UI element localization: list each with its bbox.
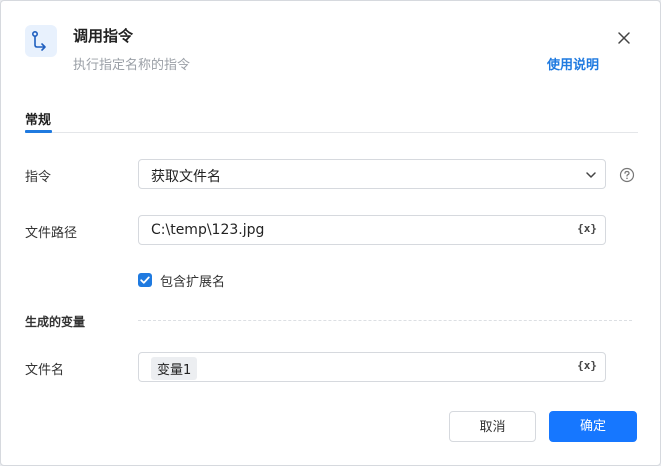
chevron-down-icon bbox=[586, 172, 596, 178]
tab-divider bbox=[25, 132, 638, 133]
insert-variable-button[interactable]: {x} bbox=[577, 222, 597, 235]
checkmark-icon bbox=[140, 276, 150, 284]
section-divider bbox=[138, 320, 632, 321]
variable-chip[interactable]: 变量1 bbox=[151, 357, 198, 380]
file-name-input[interactable]: 变量1 {x} bbox=[138, 352, 606, 382]
file-path-value: C:\temp\123.jpg bbox=[151, 222, 265, 238]
file-path-label: 文件路径 bbox=[25, 226, 78, 241]
branch-command-icon bbox=[25, 25, 57, 57]
call-command-dialog: 调用指令 执行指定名称的指令 使用说明 常规 指令 获取文件名 文件路径 C:\… bbox=[0, 0, 661, 466]
ok-button[interactable]: 确定 bbox=[549, 411, 637, 442]
question-circle-icon[interactable] bbox=[619, 167, 635, 183]
tab-general[interactable]: 常规 bbox=[25, 109, 51, 128]
output-section-title: 生成的变量 bbox=[25, 315, 86, 329]
dialog-title: 调用指令 bbox=[73, 27, 134, 45]
active-tab-indicator bbox=[25, 130, 52, 133]
close-icon bbox=[618, 32, 630, 44]
include-extension-label[interactable]: 包含扩展名 bbox=[160, 271, 225, 290]
command-select[interactable]: 获取文件名 bbox=[138, 159, 606, 189]
include-extension-checkbox[interactable] bbox=[138, 273, 152, 287]
cancel-button[interactable]: 取消 bbox=[449, 411, 536, 442]
help-link[interactable]: 使用说明 bbox=[547, 54, 599, 73]
file-path-input[interactable]: C:\temp\123.jpg {x} bbox=[138, 215, 606, 245]
dialog-subtitle: 执行指定名称的指令 bbox=[73, 58, 191, 73]
command-label: 指令 bbox=[25, 170, 52, 185]
insert-variable-button[interactable]: {x} bbox=[577, 359, 597, 372]
command-select-value: 获取文件名 bbox=[151, 169, 221, 185]
close-button[interactable] bbox=[614, 28, 634, 48]
file-name-label: 文件名 bbox=[25, 363, 65, 378]
